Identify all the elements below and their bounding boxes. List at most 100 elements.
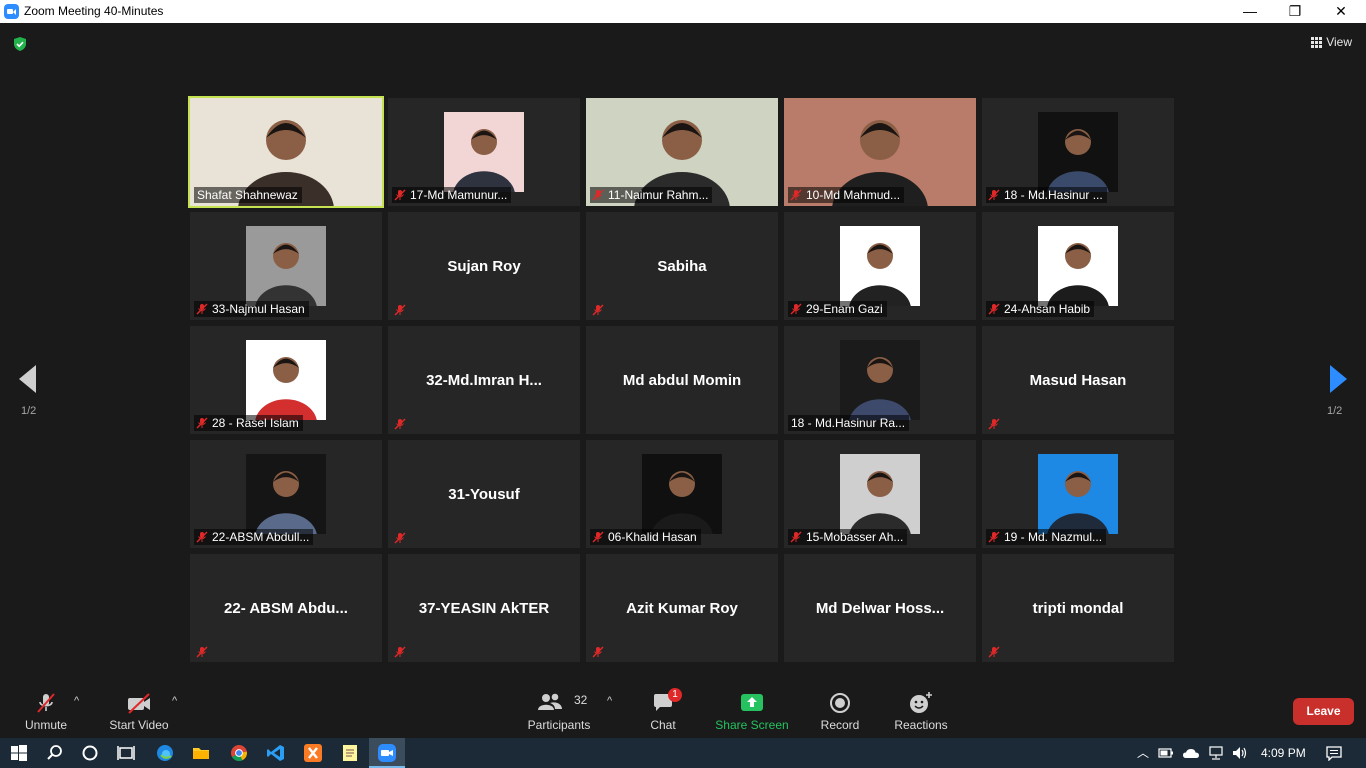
audio-options-caret-icon[interactable]: ^ bbox=[74, 695, 79, 707]
action-center-icon[interactable] bbox=[1325, 745, 1343, 761]
participant-photo bbox=[840, 454, 920, 534]
participant-tile[interactable]: Shafat Shahnewaz bbox=[188, 96, 384, 208]
participant-photo bbox=[246, 340, 326, 420]
view-button[interactable]: View bbox=[1311, 35, 1352, 49]
tray-overflow-caret-icon[interactable]: ︿ bbox=[1137, 738, 1149, 768]
record-button[interactable]: Record bbox=[815, 687, 865, 738]
window-title: Zoom Meeting 40-Minutes bbox=[24, 4, 164, 18]
participants-button[interactable]: 32 Participants bbox=[524, 687, 594, 738]
onedrive-cloud-icon[interactable] bbox=[1182, 746, 1200, 760]
participant-name-text: 10-Md Mahmud... bbox=[806, 188, 901, 202]
leave-button[interactable]: Leave bbox=[1293, 698, 1354, 725]
participant-tile[interactable]: 15-Mobasser Ah... bbox=[784, 440, 976, 548]
participant-name-label bbox=[392, 531, 410, 545]
participant-tile[interactable]: 24-Ahsan Habib bbox=[982, 212, 1174, 320]
view-label: View bbox=[1326, 35, 1352, 49]
muted-mic-icon bbox=[394, 304, 406, 316]
participant-tile[interactable]: Sabiha bbox=[586, 212, 778, 320]
xampp-icon[interactable] bbox=[303, 743, 323, 763]
participant-tile[interactable]: 29-Enam Gazi bbox=[784, 212, 976, 320]
cortana-icon[interactable] bbox=[80, 743, 100, 763]
participant-tile[interactable]: Sujan Roy bbox=[388, 212, 580, 320]
participant-tile[interactable]: Azit Kumar Roy bbox=[586, 554, 778, 662]
participant-name-label bbox=[392, 645, 410, 659]
participant-name: Sabiha bbox=[657, 258, 707, 275]
participant-tile[interactable]: tripti mondal bbox=[982, 554, 1174, 662]
prev-page-arrow-icon[interactable] bbox=[19, 365, 36, 393]
muted-mic-icon bbox=[394, 189, 406, 201]
muted-mic-icon bbox=[592, 189, 604, 201]
participant-tile[interactable]: 32-Md.Imran H... bbox=[388, 326, 580, 434]
video-options-caret-icon[interactable]: ^ bbox=[172, 695, 177, 707]
page-indicator-right: 1/2 bbox=[1327, 405, 1343, 417]
participant-name-text: 24-Ahsan Habib bbox=[1004, 302, 1091, 316]
participant-photo bbox=[246, 226, 326, 306]
participant-name-label bbox=[194, 645, 212, 659]
participant-tile[interactable]: 19 - Md. Nazmul... bbox=[982, 440, 1174, 548]
chat-button[interactable]: 1 Chat bbox=[638, 687, 688, 738]
muted-mic-icon bbox=[790, 531, 802, 543]
volume-icon[interactable] bbox=[1231, 745, 1249, 761]
participant-name-text: 22-ABSM Abdull... bbox=[212, 530, 310, 544]
participant-photo bbox=[246, 454, 326, 534]
participant-tile[interactable]: 28 - Rasel Islam bbox=[190, 326, 382, 434]
video-off-icon bbox=[128, 693, 150, 714]
search-icon[interactable] bbox=[45, 743, 65, 763]
participant-name-text: 28 - Rasel Islam bbox=[212, 416, 299, 430]
participant-tile[interactable]: Md abdul Momin bbox=[586, 326, 778, 434]
file-explorer-icon[interactable] bbox=[191, 743, 211, 763]
participant-tile[interactable]: 18 - Md.Hasinur Ra... bbox=[784, 326, 976, 434]
task-view-icon[interactable] bbox=[116, 743, 136, 763]
participant-name-label: 15-Mobasser Ah... bbox=[788, 529, 908, 545]
unmute-button[interactable]: Unmute bbox=[16, 687, 76, 738]
battery-icon[interactable] bbox=[1158, 746, 1174, 760]
participant-tile[interactable]: 10-Md Mahmud... bbox=[784, 98, 976, 206]
participant-name: tripti mondal bbox=[1032, 600, 1124, 617]
reactions-button[interactable]: Reactions bbox=[890, 687, 952, 738]
vscode-icon[interactable] bbox=[266, 743, 286, 763]
participant-photo bbox=[1038, 454, 1118, 534]
network-icon[interactable] bbox=[1208, 745, 1226, 761]
participant-name: Azit Kumar Roy bbox=[626, 600, 738, 617]
participant-name-text: 18 - Md.Hasinur ... bbox=[1004, 188, 1103, 202]
participant-name-text: 33-Najmul Hasan bbox=[212, 302, 305, 316]
chrome-icon[interactable] bbox=[229, 743, 249, 763]
windows-start-icon[interactable] bbox=[9, 743, 29, 763]
participant-tile[interactable]: 31-Yousuf bbox=[388, 440, 580, 548]
page-indicator-left: 1/2 bbox=[21, 405, 37, 417]
participant-photo bbox=[444, 112, 524, 192]
participant-tile[interactable]: 22- ABSM Abdu... bbox=[190, 554, 382, 662]
participant-name: 31-Yousuf bbox=[448, 486, 520, 503]
chat-badge: 1 bbox=[668, 688, 682, 702]
participant-name-label: 33-Najmul Hasan bbox=[194, 301, 309, 317]
notes-app-icon[interactable] bbox=[340, 743, 360, 763]
zoom-taskbar-item[interactable] bbox=[369, 738, 405, 768]
participant-tile[interactable]: 37-YEASIN AkTER bbox=[388, 554, 580, 662]
participant-photo bbox=[1038, 226, 1118, 306]
participant-tile[interactable]: 06-Khalid Hasan bbox=[586, 440, 778, 548]
share-screen-button[interactable]: Share Screen bbox=[712, 687, 792, 738]
participant-tile[interactable]: 22-ABSM Abdull... bbox=[190, 440, 382, 548]
title-bar: Zoom Meeting 40-Minutes — ❐ ✕ bbox=[0, 0, 1366, 23]
participant-name-label: 28 - Rasel Islam bbox=[194, 415, 303, 431]
windows-taskbar: ︿ 4:09 PM bbox=[0, 738, 1366, 768]
maximize-button[interactable]: ❐ bbox=[1272, 0, 1318, 23]
participant-tile[interactable]: 11-Naimur Rahm... bbox=[586, 98, 778, 206]
close-button[interactable]: ✕ bbox=[1318, 0, 1364, 23]
participant-tile[interactable]: 17-Md Mamunur... bbox=[388, 98, 580, 206]
encryption-shield-icon[interactable] bbox=[12, 36, 28, 52]
participant-name-label bbox=[986, 645, 1004, 659]
participant-name-text: 11-Naimur Rahm... bbox=[608, 188, 709, 202]
participants-caret-icon[interactable]: ^ bbox=[607, 695, 612, 707]
edge-browser-icon[interactable] bbox=[155, 743, 175, 763]
participant-tile[interactable]: Md Delwar Hoss... bbox=[784, 554, 976, 662]
muted-mic-icon bbox=[196, 417, 208, 429]
minimize-button[interactable]: — bbox=[1227, 0, 1273, 23]
participant-tile[interactable]: Masud Hasan bbox=[982, 326, 1174, 434]
next-page-arrow-icon[interactable] bbox=[1330, 365, 1347, 393]
taskbar-clock[interactable]: 4:09 PM bbox=[1261, 738, 1306, 768]
participant-tile[interactable]: 18 - Md.Hasinur ... bbox=[982, 98, 1174, 206]
muted-mic-icon bbox=[592, 646, 604, 658]
participant-tile[interactable]: 33-Najmul Hasan bbox=[190, 212, 382, 320]
start-video-button[interactable]: Start Video bbox=[104, 687, 174, 738]
